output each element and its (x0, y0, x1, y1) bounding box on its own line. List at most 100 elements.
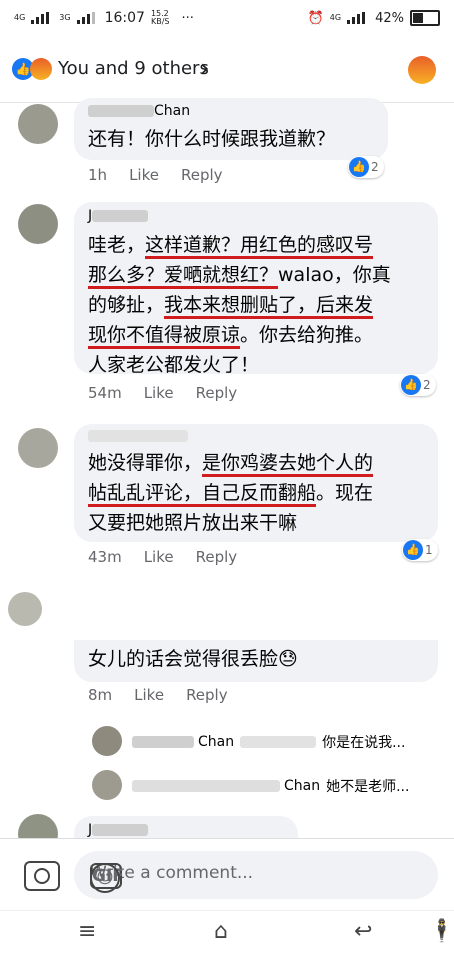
chevron-right-icon[interactable]: › (200, 54, 210, 82)
blurred-name (240, 736, 317, 748)
comment-line: 人家老公都发火了！ (88, 350, 391, 380)
line-text: 她没得罪你， (88, 452, 203, 474)
reply-button[interactable]: Reply (181, 166, 223, 184)
thumbs-up-icon: 👍 (401, 375, 421, 395)
comment-line: 帖乱乱评论，自己反而翻船。现在 (88, 478, 373, 508)
menu-icon[interactable]: ≡ (78, 919, 96, 944)
like-button[interactable]: Like (129, 166, 159, 184)
underlined-text: 这样道歉？用红色的感叹号 (145, 234, 374, 259)
comment-text: 还有！你什么时候跟我道歉？ (88, 128, 336, 150)
network-1-label: 4G (14, 13, 26, 22)
like-button[interactable]: Like (144, 384, 174, 402)
comment-time: 54m (88, 384, 122, 402)
comment-time: 8m (88, 686, 113, 704)
reply-preview[interactable]: Chan 你是在说我... (132, 732, 405, 752)
system-nav-bar: ≡ ⌂ ↩ 🕴 (0, 910, 454, 961)
camera-icon[interactable] (24, 861, 60, 891)
underlined-text: 那么多？爱嗮就想红？ (88, 264, 279, 289)
avatar[interactable] (8, 592, 42, 626)
signal-icon-3 (347, 12, 369, 24)
reactions-header[interactable]: 👍 You and 9 others › (0, 38, 454, 103)
battery-percent: 42% (375, 10, 404, 26)
line-text: walao，你真 (278, 264, 391, 286)
comment-line: 的够扯，我本来想删贴了，后来发 (88, 290, 391, 320)
avatar[interactable] (18, 204, 58, 244)
redaction-mask (74, 590, 438, 640)
comment-line: 哇老，这样道歉？用红色的感叹号 (88, 230, 391, 260)
comment-bubble[interactable]: Chan 还有！你什么时候跟我道歉？ (74, 98, 388, 160)
angry-face-icon (30, 58, 52, 80)
comment-actions: 1h Like Reply (88, 166, 223, 184)
reply-author: Chan (198, 734, 235, 750)
comment-line: 又要把她照片放出来干嘛 (88, 508, 373, 538)
avatar[interactable] (92, 770, 122, 800)
like-button[interactable]: Like (144, 548, 174, 566)
home-icon[interactable]: ⌂ (214, 919, 228, 944)
author-name: Chan (154, 103, 191, 119)
comment-line: 现你不值得被原谅。你去给狗推。 (88, 320, 391, 350)
reaction-count-value: 2 (423, 378, 431, 392)
blurred-name (92, 210, 149, 222)
comment-author[interactable] (88, 428, 188, 444)
reply-text: 你是在说我... (322, 735, 406, 751)
comment-text: 女儿的话会觉得很丢脸😓 (88, 648, 298, 670)
comment-author[interactable]: Chan (88, 103, 190, 119)
reply-text: 她不是老师... (326, 779, 410, 795)
underlined-text: 我本来想删贴了，后来发 (164, 294, 374, 319)
comment-bubble[interactable]: J 哇老，这样道歉？用红色的感叹号 那么多？爱嗮就想红？walao，你真 的够扯… (74, 202, 438, 376)
like-button[interactable]: Like (134, 686, 164, 704)
comment-bubble[interactable]: 她没得罪你，是你鸡婆去她个人的 帖乱乱评论，自己反而翻船。现在 又要把她照片放出… (74, 424, 438, 542)
comment-line: 她没得罪你，是你鸡婆去她个人的 (88, 448, 374, 478)
comment-author[interactable]: J (88, 822, 149, 838)
clock: 16:07 (104, 10, 145, 26)
signal-icon-2 (76, 12, 99, 24)
thumbs-up-icon: 👍 (403, 540, 423, 560)
line-text: 。现在 (316, 482, 374, 504)
comment-line: 那么多？爱嗮就想红？walao，你真 (88, 260, 391, 290)
comment-input[interactable]: Write a comment... GIF ☺ (74, 851, 438, 899)
comment-actions: 8m Like Reply (88, 686, 228, 704)
comment-bubble[interactable]: 女儿的话会觉得很丢脸😓 (74, 590, 438, 682)
line-text: 的够扯， (88, 294, 165, 316)
avatar[interactable] (18, 104, 58, 144)
comment-actions: 43m Like Reply (88, 548, 237, 566)
back-icon[interactable]: ↩ (354, 919, 372, 944)
status-bar: 4G 3G 16:07 15.2 KB/S ··· ⏰ 4G 42% (0, 0, 454, 38)
comment-actions: 54m Like Reply (88, 384, 237, 402)
assistant-icon[interactable]: 🕴 (428, 919, 454, 944)
comment-time: 43m (88, 548, 122, 566)
avatar[interactable] (92, 726, 122, 756)
reply-button[interactable]: Reply (196, 548, 238, 566)
underlined-text: 是你鸡婆去她个人的 (202, 452, 374, 477)
line-text: 。你去给狗推。 (240, 324, 374, 346)
reply-button[interactable]: Reply (196, 384, 238, 402)
emoji-icon[interactable]: ☺ (90, 863, 120, 893)
reaction-count[interactable]: 👍 2 (400, 374, 436, 396)
blurred-name (132, 780, 280, 792)
reply-button[interactable]: Reply (186, 686, 228, 704)
reply-author: Chan (284, 778, 321, 794)
blurred-name (88, 430, 188, 442)
network-right-label: 4G (329, 13, 342, 22)
line-text: 又要把她照片放出来干嘛 (88, 512, 298, 534)
reply-preview[interactable]: Chan 她不是老师... (132, 776, 409, 796)
reaction-count[interactable]: 👍 2 (348, 156, 384, 178)
speed-readout: 15.2 KB/S (151, 10, 170, 26)
more-notifications-icon: ··· (181, 10, 194, 26)
comment-text: 她没得罪你，是你鸡婆去她个人的 帖乱乱评论，自己反而翻船。现在 又要把她照片放出… (88, 448, 374, 538)
angry-reaction-icon[interactable] (408, 56, 436, 84)
battery-icon (410, 10, 440, 26)
comment-text: 哇老，这样道歉？用红色的感叹号 那么多？爱嗮就想红？walao，你真 的够扯，我… (88, 230, 391, 380)
line-text: 哇老， (88, 234, 146, 256)
thumbs-up-icon: 👍 (349, 157, 369, 177)
comment-author[interactable]: J (88, 208, 149, 224)
signal-icon-1 (31, 12, 53, 24)
reactions-summary[interactable]: You and 9 others (58, 58, 209, 79)
reaction-count[interactable]: 👍 1 (402, 539, 438, 561)
avatar[interactable] (18, 428, 58, 468)
reaction-icons: 👍 (12, 58, 52, 80)
speed-unit: KB/S (150, 17, 170, 26)
reaction-count-value: 1 (425, 543, 433, 557)
network-2-label: 3G (59, 13, 71, 22)
underlined-text: 现你不值得被原谅 (88, 324, 241, 349)
